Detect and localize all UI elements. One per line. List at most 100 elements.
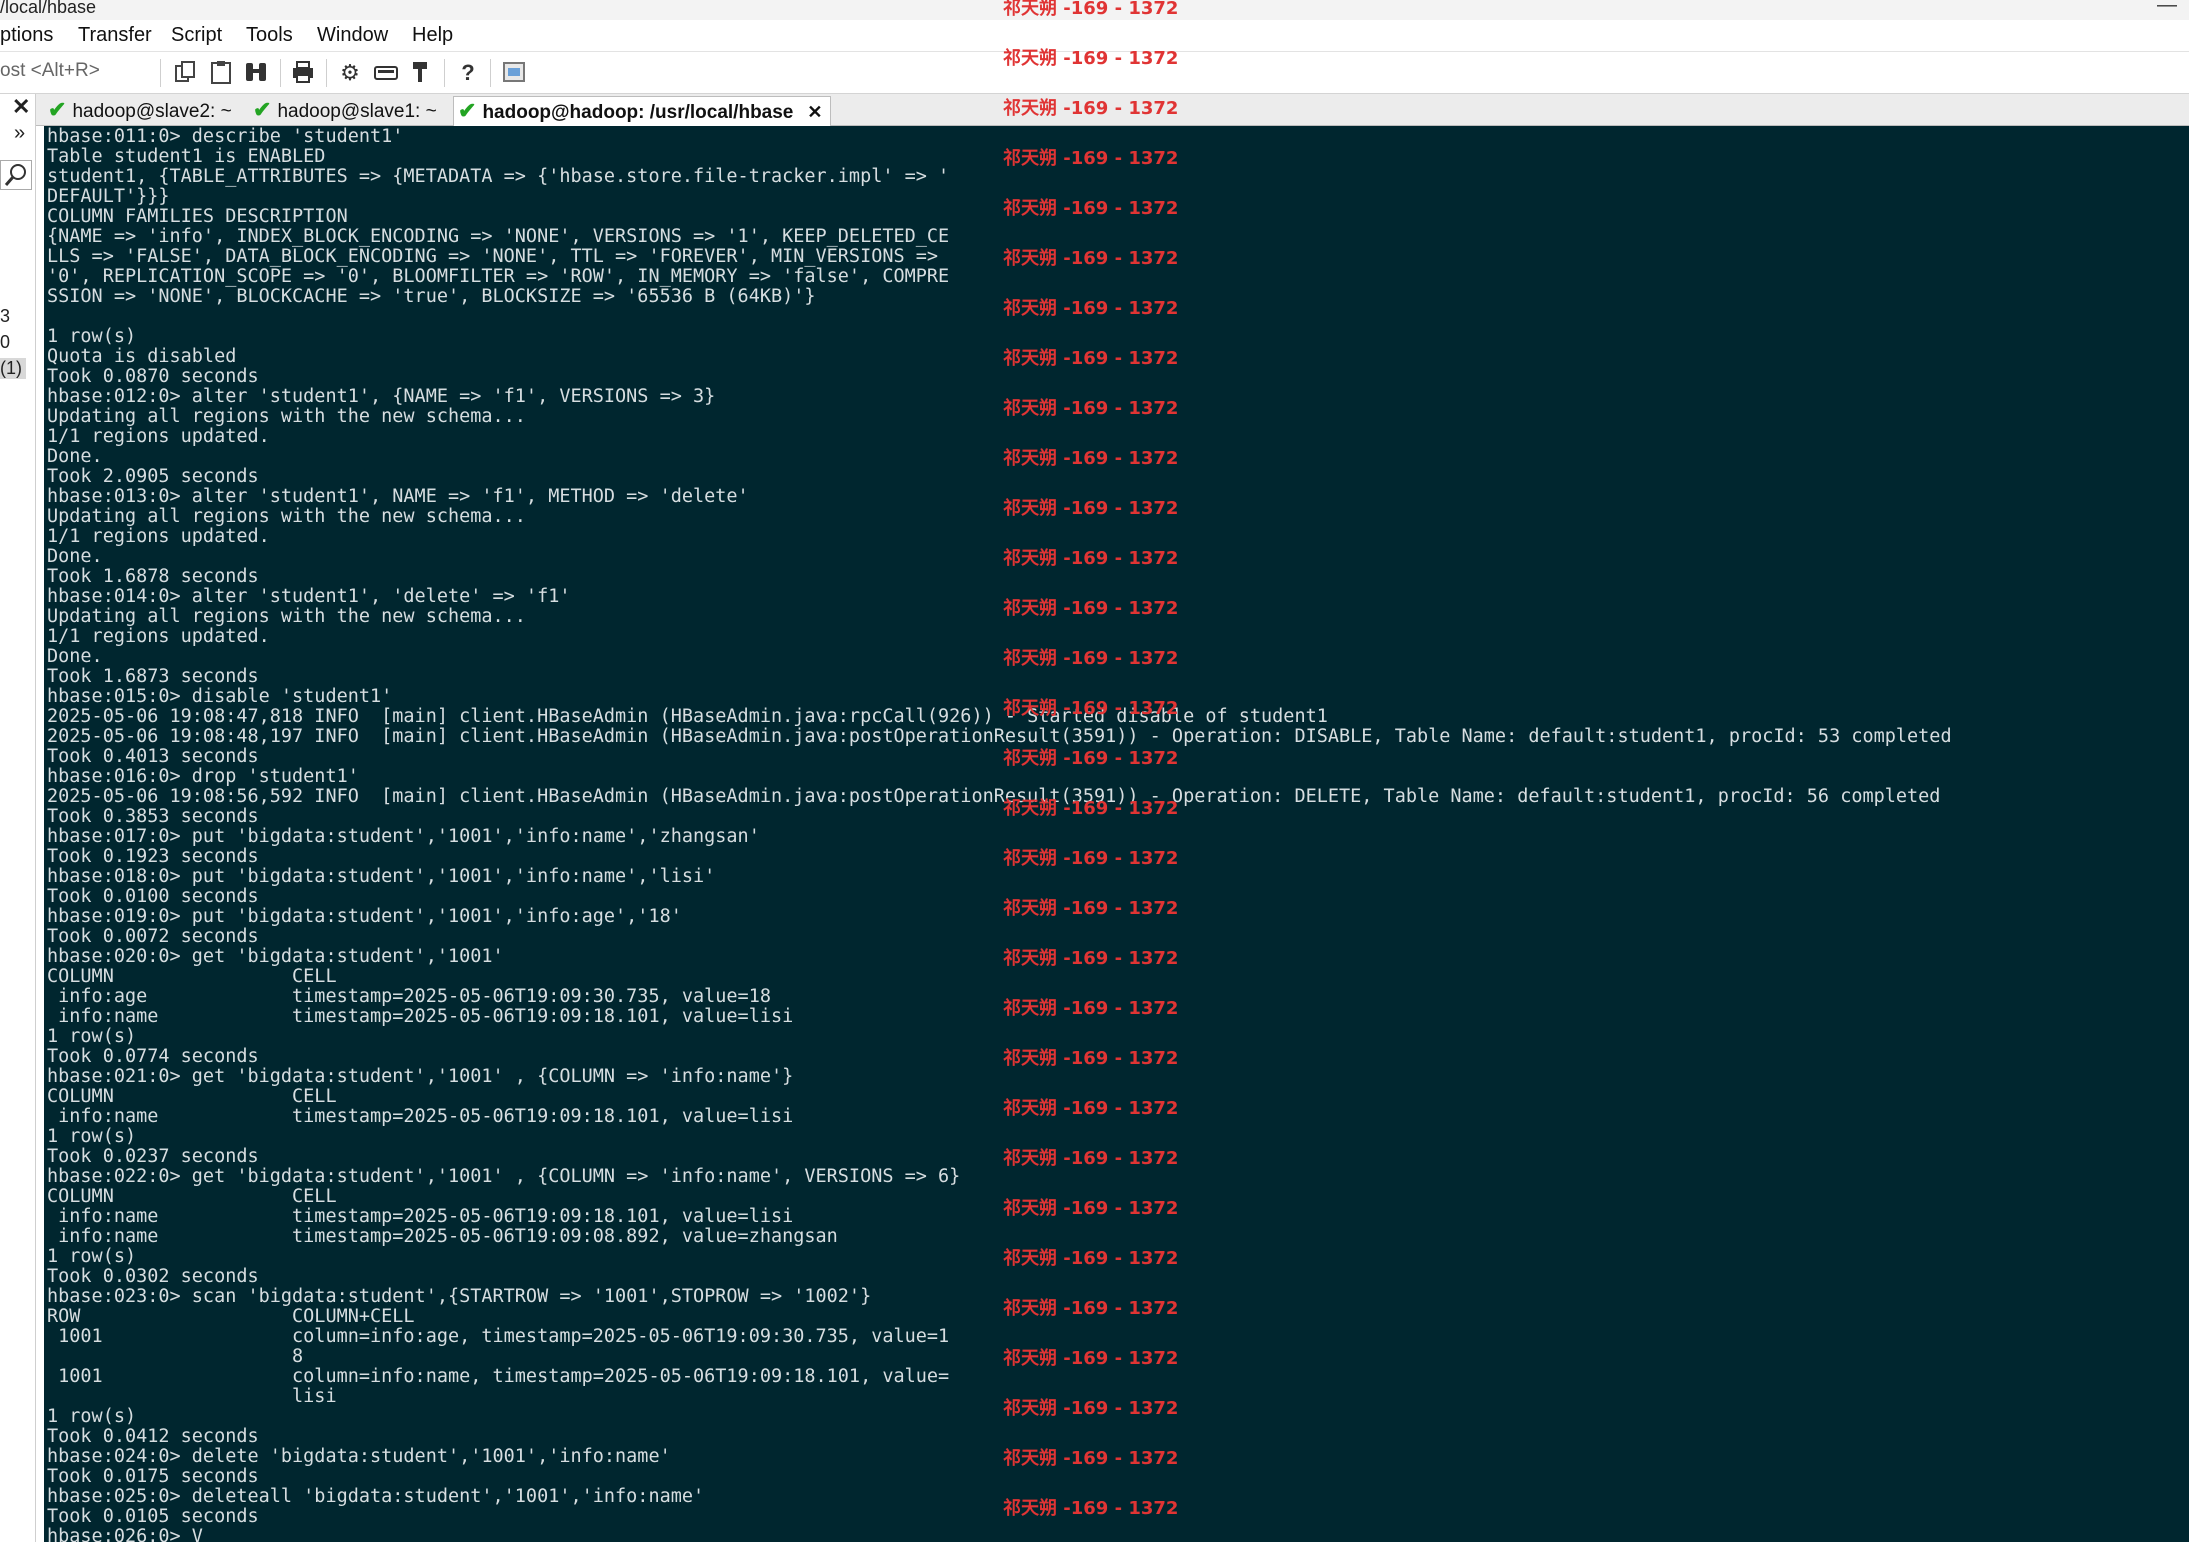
terminal-line: Took 0.0072 seconds [47, 926, 259, 947]
terminal-line: 1/1 regions updated. [47, 626, 270, 647]
menu-tools[interactable]: Tools [246, 24, 293, 47]
watermark-text: 祁天朔 -169 - 1372 [1003, 348, 1179, 369]
session-item-selected[interactable]: (1) [0, 358, 26, 379]
close-tab-icon[interactable]: ✕ [807, 102, 822, 122]
terminal-line: Took 0.0175 seconds [47, 1466, 259, 1487]
keymap-icon[interactable] [372, 59, 400, 87]
session-manager-panel: ✕ » 3 0 (1) [0, 94, 36, 1542]
terminal-line: hbase:023:0> scan 'bigdata:student',{STA… [47, 1286, 872, 1307]
menu-transfer[interactable]: Transfer [78, 24, 152, 47]
paste-icon[interactable] [207, 59, 235, 87]
terminal-line: Updating all regions with the new schema… [47, 606, 526, 627]
close-panel-icon[interactable]: ✕ [12, 94, 30, 120]
session-item[interactable]: 0 [0, 332, 10, 353]
terminal-line: 1 row(s) [47, 326, 137, 347]
terminal-line: {NAME => 'info', INDEX_BLOCK_ENCODING =>… [47, 226, 950, 247]
terminal-line: Took 0.0100 seconds [47, 886, 259, 907]
toolbar-separator [160, 59, 161, 87]
quick-connect-input[interactable]: ost <Alt+R> [0, 60, 100, 82]
watermark-text: 祁天朔 -169 - 1372 [1003, 148, 1179, 169]
screenshot-icon[interactable] [500, 59, 528, 87]
terminal-line: DEFAULT'}}} [47, 186, 170, 207]
watermark-text: 祁天朔 -169 - 1372 [1003, 898, 1179, 919]
chevron-double-right-icon[interactable]: » [14, 122, 25, 145]
watermark-text: 祁天朔 -169 - 1372 [1003, 0, 1179, 19]
watermark-text: 祁天朔 -169 - 1372 [1003, 48, 1179, 69]
watermark-text: 祁天朔 -169 - 1372 [1003, 848, 1179, 869]
watermark-text: 祁天朔 -169 - 1372 [1003, 1348, 1179, 1369]
terminal-line: COLUMN CELL [47, 1086, 337, 1107]
terminal-line: LLS => 'FALSE', DATA_BLOCK_ENCODING => '… [47, 246, 939, 267]
terminal-line: info:name timestamp=2025-05-06T19:09:08.… [47, 1226, 838, 1247]
terminal-line: hbase:022:0> get 'bigdata:student','1001… [47, 1166, 961, 1187]
watermark-text: 祁天朔 -169 - 1372 [1003, 398, 1179, 419]
terminal-line: COLUMN CELL [47, 966, 337, 987]
terminal-line: 8 [47, 1346, 304, 1367]
binoculars-icon[interactable] [242, 59, 270, 87]
terminal-line: COLUMN FAMILIES DESCRIPTION [47, 206, 348, 227]
minimize-icon[interactable]: — [2157, 0, 2177, 17]
menu-window[interactable]: Window [317, 24, 388, 47]
wrench-icon[interactable] [406, 59, 434, 87]
gear-icon[interactable]: ⚙ [336, 59, 364, 87]
watermark-text: 祁天朔 -169 - 1372 [1003, 448, 1179, 469]
watermark-text: 祁天朔 -169 - 1372 [1003, 548, 1179, 569]
terminal-line: hbase:011:0> describe 'student1' [47, 126, 404, 147]
terminal-line: 1 row(s) [47, 1406, 137, 1427]
search-icon[interactable] [0, 160, 32, 190]
terminal-line: 1001 column=info:name, timestamp=2025-05… [47, 1366, 950, 1387]
terminal-line: hbase:019:0> put 'bigdata:student','1001… [47, 906, 682, 927]
terminal-line: 1/1 regions updated. [47, 426, 270, 447]
terminal-line: Took 0.0412 seconds [47, 1426, 259, 1447]
watermark-text: 祁天朔 -169 - 1372 [1003, 948, 1179, 969]
watermark-text: 祁天朔 -169 - 1372 [1003, 498, 1179, 519]
terminal-line: hbase:024:0> delete 'bigdata:student','1… [47, 1446, 671, 1467]
menu-help[interactable]: Help [412, 24, 453, 47]
terminal-line: Took 0.0237 seconds [47, 1146, 259, 1167]
terminal-line: hbase:017:0> put 'bigdata:student','1001… [47, 826, 760, 847]
copy-icon[interactable] [172, 59, 200, 87]
tab-label: hadoop@slave1: ~ [277, 101, 437, 122]
session-item[interactable]: 3 [0, 306, 10, 327]
terminal-line: hbase:020:0> get 'bigdata:student','1001… [47, 946, 504, 967]
watermark-text: 祁天朔 -169 - 1372 [1003, 748, 1179, 769]
terminal-line: '0', REPLICATION_SCOPE => '0', BLOOMFILT… [47, 266, 950, 287]
terminal-output[interactable]: hbase:011:0> describe 'student1' Table st… [44, 126, 2189, 1542]
terminal-line: 1 row(s) [47, 1246, 137, 1267]
tab-slave2[interactable]: ✔ hadoop@slave2: ~ [48, 96, 232, 126]
terminal-line: hbase:014:0> alter 'student1', 'delete' … [47, 586, 571, 607]
terminal-line: Took 1.6873 seconds [47, 666, 259, 687]
menu-script[interactable]: Script [171, 24, 222, 47]
terminal-line: ROW COLUMN+CELL [47, 1306, 415, 1327]
terminal-line: 2025-05-06 19:08:48,197 INFO [main] clie… [47, 726, 1952, 747]
watermark-text: 祁天朔 -169 - 1372 [1003, 298, 1179, 319]
terminal-line: SSION => 'NONE', BLOCKCACHE => 'true', B… [47, 286, 816, 307]
terminal-line: lisi [47, 1386, 337, 1407]
watermark-text: 祁天朔 -169 - 1372 [1003, 1148, 1179, 1169]
tab-label: hadoop@hadoop: /usr/local/hbase [482, 102, 794, 123]
help-icon[interactable]: ? [454, 59, 482, 87]
terminal-line: 1 row(s) [47, 1126, 137, 1147]
watermark-text: 祁天朔 -169 - 1372 [1003, 248, 1179, 269]
terminal-line: hbase:013:0> alter 'student1', NAME => '… [47, 486, 749, 507]
terminal-line: 1/1 regions updated. [47, 526, 270, 547]
tab-hadoop[interactable]: ✔ hadoop@hadoop: /usr/local/hbase ✕ [453, 96, 832, 126]
menu-options[interactable]: ptions [0, 24, 53, 47]
watermark-text: 祁天朔 -169 - 1372 [1003, 1498, 1179, 1519]
terminal-line: Table student1 is ENABLED [47, 146, 326, 167]
watermark-text: 祁天朔 -169 - 1372 [1003, 598, 1179, 619]
watermark-text: 祁天朔 -169 - 1372 [1003, 698, 1179, 719]
terminal-line: hbase:026:0> V [47, 1526, 203, 1542]
terminal-line: Done. [47, 546, 103, 567]
terminal-line: 1001 column=info:age, timestamp=2025-05-… [47, 1326, 950, 1347]
tab-slave1[interactable]: ✔ hadoop@slave1: ~ [253, 96, 437, 126]
toolbar-separator [490, 59, 491, 87]
print-icon[interactable] [289, 59, 317, 87]
tab-label: hadoop@slave2: ~ [72, 101, 232, 122]
terminal-line: student1, {TABLE_ATTRIBUTES => {METADATA… [47, 166, 950, 187]
terminal-line: hbase:021:0> get 'bigdata:student','1001… [47, 1066, 794, 1087]
watermark-text: 祁天朔 -169 - 1372 [1003, 1048, 1179, 1069]
terminal-line: info:name timestamp=2025-05-06T19:09:18.… [47, 1206, 794, 1227]
terminal-line: hbase:012:0> alter 'student1', {NAME => … [47, 386, 716, 407]
check-icon: ✔ [253, 97, 272, 122]
